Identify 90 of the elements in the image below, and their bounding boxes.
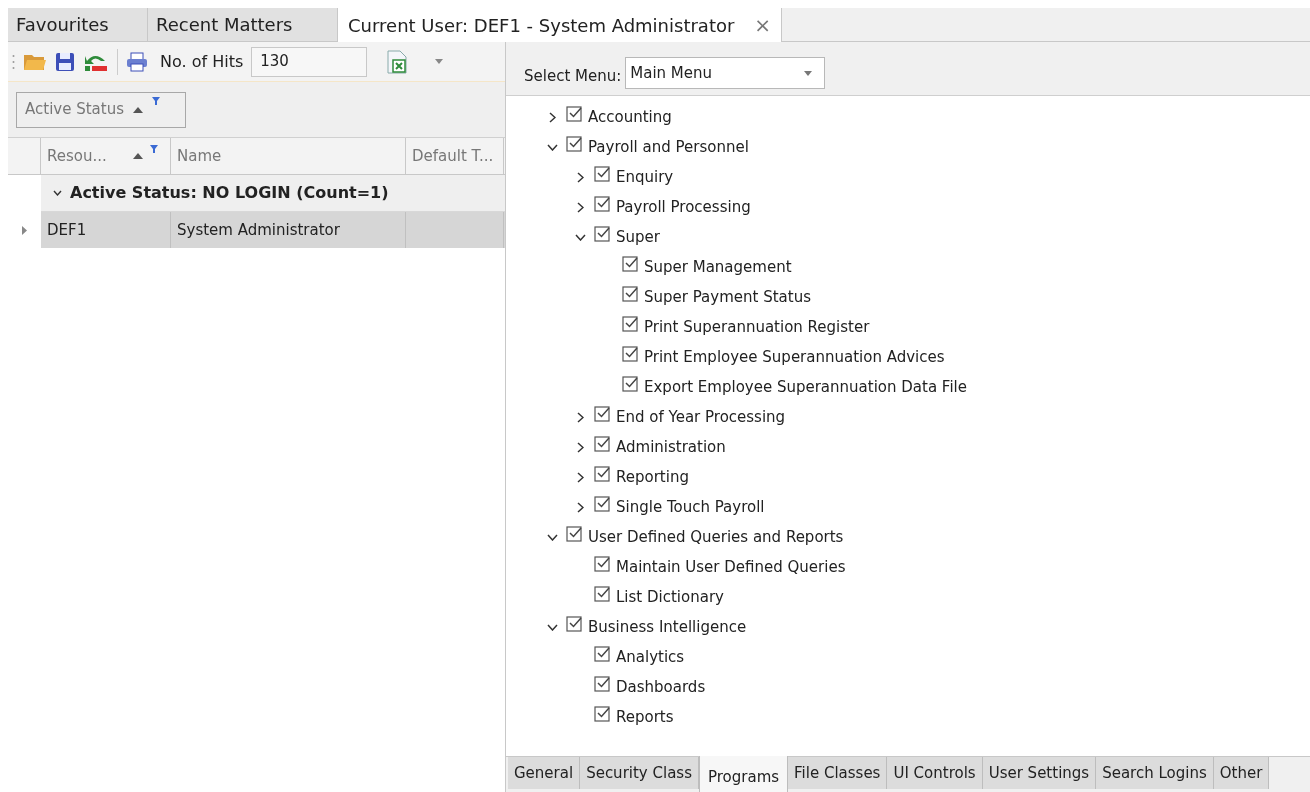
checkbox[interactable] (622, 316, 638, 332)
checkbox[interactable] (594, 436, 610, 452)
tab[interactable]: User Settings (982, 757, 1097, 789)
tree-item[interactable]: Print Superannuation Register (644, 315, 870, 339)
checkbox[interactable] (594, 406, 610, 422)
tree-item[interactable]: List Dictionary (616, 585, 724, 609)
tree-item[interactable]: Reporting (616, 465, 689, 489)
column-header[interactable]: Default T... (406, 138, 504, 174)
checkbox[interactable] (594, 706, 610, 722)
expand-icon[interactable] (576, 171, 584, 183)
hits-field[interactable]: 130 (251, 46, 368, 77)
tree-item[interactable]: Business Intelligence (588, 615, 747, 639)
tree-item[interactable]: Dashboards (616, 675, 706, 699)
collapse-icon[interactable] (53, 190, 62, 196)
checkbox[interactable] (566, 526, 582, 542)
tree-item[interactable]: Enquiry (616, 165, 674, 189)
excel-export-icon[interactable] (387, 49, 408, 74)
tree-item[interactable]: Single Touch Payroll (616, 495, 765, 519)
filter-icon (150, 145, 158, 153)
group-row[interactable]: Active Status: NO LOGIN (Count=1) (41, 175, 505, 212)
checkbox[interactable] (594, 466, 610, 482)
checkbox[interactable] (622, 346, 638, 362)
grip-icon (12, 53, 15, 70)
column-header[interactable]: Name (171, 138, 406, 174)
group-by-chip[interactable]: Active Status (16, 91, 186, 128)
menu-dropdown[interactable]: Main Menu (625, 57, 826, 89)
tree-item[interactable]: Print Employee Superannuation Advices (644, 345, 945, 369)
row-indicator-icon (22, 225, 27, 235)
collapse-icon[interactable] (546, 143, 558, 151)
tab[interactable]: File Classes (788, 757, 888, 789)
dropdown-icon[interactable] (435, 59, 444, 64)
checkbox[interactable] (594, 196, 610, 212)
tab[interactable]: Favourites (8, 8, 148, 41)
expand-icon[interactable] (576, 411, 584, 423)
checkbox[interactable] (594, 646, 610, 662)
sort-up-icon (132, 152, 144, 160)
tree-item[interactable]: Accounting (588, 105, 672, 129)
tab[interactable]: Security Class (580, 757, 699, 789)
tree-item[interactable]: Payroll Processing (616, 195, 751, 219)
expand-icon[interactable] (548, 111, 556, 123)
checkbox[interactable] (622, 376, 638, 392)
sort-up-icon (131, 105, 144, 114)
checkbox[interactable] (622, 256, 638, 272)
checkbox[interactable] (594, 556, 610, 572)
dropdown-icon (804, 70, 813, 76)
tree-item[interactable]: Administration (616, 435, 726, 459)
checkbox[interactable] (594, 586, 610, 602)
tab[interactable]: Current User: DEF1 - System Administrator × (338, 8, 783, 42)
tab[interactable]: Recent Matters (148, 8, 338, 41)
tree-item[interactable]: Payroll and Personnel (588, 135, 749, 159)
tree-item[interactable]: Reports (616, 705, 674, 729)
tab[interactable]: Programs (698, 756, 789, 792)
tree-item[interactable]: User Defined Queries and Reports (588, 525, 844, 549)
hits-label: No. of Hits (160, 50, 244, 73)
tree-item[interactable]: Maintain User Defined Queries (616, 555, 846, 579)
tab[interactable]: UI Controls (887, 757, 983, 789)
grid-row[interactable]: DEF1 System Administrator (8, 212, 505, 248)
tab[interactable]: Other (1213, 757, 1270, 789)
tree-item[interactable]: Super Management (644, 255, 792, 279)
tab[interactable]: Search Logins (1096, 757, 1214, 789)
tree-item[interactable]: Analytics (616, 645, 685, 669)
collapse-icon[interactable] (546, 533, 558, 541)
checkbox[interactable] (622, 286, 638, 302)
checkbox[interactable] (594, 226, 610, 242)
collapse-icon[interactable] (574, 233, 586, 241)
close-icon[interactable]: × (754, 10, 772, 40)
checkbox[interactable] (566, 136, 582, 152)
checkbox[interactable] (566, 106, 582, 122)
tree-item[interactable]: Super Payment Status (644, 285, 811, 309)
checkbox[interactable] (594, 676, 610, 692)
checkbox[interactable] (594, 166, 610, 182)
expand-icon[interactable] (576, 441, 584, 453)
tree-item[interactable]: Super (616, 225, 660, 249)
column-header[interactable]: Resou... (41, 138, 171, 174)
expand-icon[interactable] (576, 501, 584, 513)
save-icon[interactable] (55, 51, 75, 72)
filter-icon (151, 96, 160, 105)
select-menu-label: Select Menu: (524, 65, 622, 87)
expand-icon[interactable] (576, 471, 584, 483)
group-label: Active Status: NO LOGIN (Count=1) (70, 182, 389, 204)
checkbox[interactable] (594, 496, 610, 512)
tree-item[interactable]: End of Year Processing (616, 405, 786, 429)
print-icon[interactable] (126, 51, 148, 72)
table-cell-text: System Administrator (177, 219, 340, 241)
tree-item[interactable]: Export Employee Superannuation Data File (644, 375, 967, 399)
expand-icon[interactable] (576, 201, 584, 213)
tab[interactable]: General (508, 757, 581, 789)
collapse-icon[interactable] (546, 623, 558, 631)
checkbox[interactable] (566, 616, 582, 632)
table-cell-text: DEF1 (47, 219, 87, 241)
